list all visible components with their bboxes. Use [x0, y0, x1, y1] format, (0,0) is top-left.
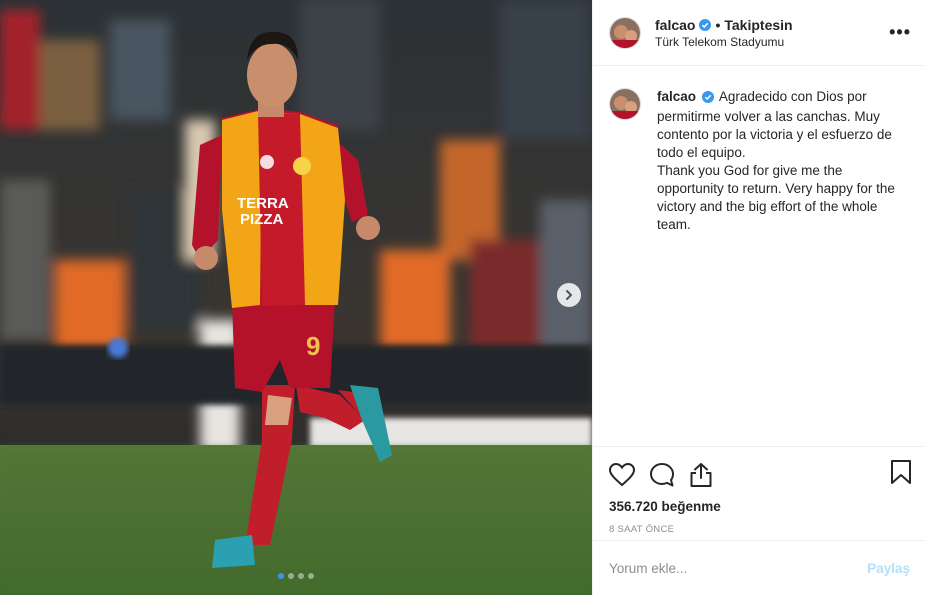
heart-icon	[609, 463, 635, 487]
next-slide-button[interactable]	[557, 283, 581, 307]
header-username[interactable]: falcao	[655, 17, 695, 33]
post-sidebar: falcao • Takiptesin Türk Telekom Stadyum…	[592, 0, 925, 595]
jersey-sponsor-line1: TERRA	[237, 195, 289, 212]
header-separator: •	[715, 16, 721, 33]
jersey-sponsor-line2: PIZZA	[240, 211, 283, 228]
comment-input[interactable]	[609, 560, 868, 576]
comment-button[interactable]	[649, 462, 675, 488]
follow-status[interactable]: Takiptesin	[724, 17, 792, 33]
comment-icon	[650, 463, 674, 487]
post-actions-section: 356.720 beğenme 8 SAAT ÖNCE	[593, 446, 925, 535]
chevron-right-icon	[566, 290, 572, 300]
comment-form: Paylaş	[593, 540, 925, 595]
caption-avatar[interactable]	[609, 88, 641, 120]
post-photo: 9 TERRA PIZZA	[0, 0, 592, 595]
caption-text-english: Thank you God for give me the opportunit…	[657, 163, 895, 232]
avatar-image	[610, 17, 640, 48]
post-timestamp[interactable]: 8 SAAT ÖNCE	[593, 514, 925, 535]
carousel-dot	[298, 573, 304, 579]
carousel-dot	[308, 573, 314, 579]
shorts-number: 9	[306, 331, 320, 361]
more-options-icon[interactable]: •••	[889, 22, 911, 43]
post-location[interactable]: Türk Telekom Stadyumu	[655, 35, 793, 49]
carousel-dot	[288, 573, 294, 579]
avatar-image	[610, 89, 640, 119]
like-button[interactable]	[609, 463, 635, 487]
post-comment-button[interactable]: Paylaş	[867, 561, 910, 576]
post-media[interactable]: 9 TERRA PIZZA	[0, 0, 592, 595]
carousel-indicators	[0, 573, 592, 579]
verified-badge-icon	[699, 18, 712, 31]
carousel-dot	[278, 573, 284, 579]
likes-count[interactable]: 356.720 beğenme	[593, 493, 925, 514]
share-icon	[690, 463, 712, 487]
avatar[interactable]	[609, 16, 641, 49]
caption-username[interactable]: falcao	[657, 89, 696, 104]
post-caption: falcao Agradecido con Dios por permitirm…	[593, 66, 925, 234]
action-bar	[593, 447, 925, 493]
save-button[interactable]	[890, 459, 912, 490]
verified-badge-icon	[701, 90, 714, 108]
bookmark-icon	[891, 460, 911, 484]
post-header: falcao • Takiptesin Türk Telekom Stadyum…	[593, 0, 925, 66]
share-button[interactable]	[689, 462, 713, 488]
